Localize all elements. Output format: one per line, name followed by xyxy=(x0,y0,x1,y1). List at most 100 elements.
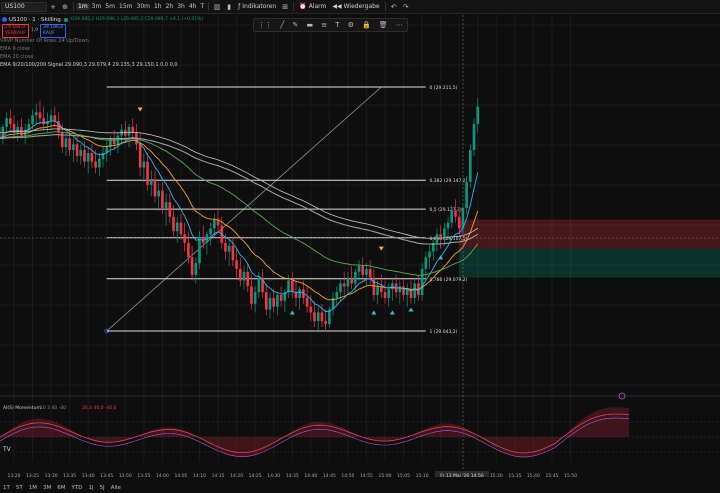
candle-body[interactable] xyxy=(250,286,253,304)
interval-15m[interactable]: 15m xyxy=(117,3,134,10)
reward-zone[interactable] xyxy=(459,248,720,278)
legend-ema-signal[interactable]: EMA 9/20/100/200 Signal 29.090,3 29.079,… xyxy=(0,61,260,69)
candle-body[interactable] xyxy=(112,138,116,145)
candle-body[interactable] xyxy=(53,115,57,122)
signal-marker-up[interactable] xyxy=(389,310,395,315)
candle-body[interactable] xyxy=(75,144,79,156)
candle-body[interactable] xyxy=(8,118,12,124)
interval-5m[interactable]: 5m xyxy=(103,3,117,10)
candle-body[interactable] xyxy=(383,292,387,298)
candle-body[interactable] xyxy=(320,312,324,322)
delete-icon[interactable]: 🗑 xyxy=(379,21,388,29)
range-6m[interactable]: 6M xyxy=(54,485,68,491)
candle-body[interactable] xyxy=(309,306,313,313)
line-color-icon[interactable]: ▬ xyxy=(306,21,313,29)
candle-body[interactable] xyxy=(194,263,198,275)
candle-body[interactable] xyxy=(161,190,164,209)
candle-body[interactable] xyxy=(38,112,42,119)
candle-body[interactable] xyxy=(183,234,186,243)
alarm-button[interactable]: ⏰ Alarm xyxy=(296,0,329,14)
more-icon[interactable]: ⋯ xyxy=(396,21,403,29)
candle-body[interactable] xyxy=(34,112,38,116)
candle-body[interactable] xyxy=(324,321,327,325)
interval-3m[interactable]: 3m xyxy=(90,3,104,10)
candle-body[interactable] xyxy=(242,271,246,281)
candle-body[interactable] xyxy=(439,234,442,240)
candle-body[interactable] xyxy=(391,283,394,290)
candle-body[interactable] xyxy=(149,179,153,185)
candle-body[interactable] xyxy=(313,312,316,322)
interval-T[interactable]: T xyxy=(198,3,206,10)
candle-body[interactable] xyxy=(354,271,357,284)
candle-body[interactable] xyxy=(305,297,309,307)
candle-body[interactable] xyxy=(454,210,457,217)
candle-body[interactable] xyxy=(86,152,90,162)
candle-body[interactable] xyxy=(224,242,227,252)
candle-body[interactable] xyxy=(472,123,476,151)
candle-body[interactable] xyxy=(405,289,409,296)
candle-body[interactable] xyxy=(179,222,183,235)
candle-body[interactable] xyxy=(239,268,242,281)
candle-body[interactable] xyxy=(376,286,379,296)
candle-body[interactable] xyxy=(428,251,431,258)
candle-body[interactable] xyxy=(79,150,83,156)
range-5j[interactable]: 5J xyxy=(97,485,108,491)
candle-body[interactable] xyxy=(49,115,53,122)
candle-body[interactable] xyxy=(142,161,146,168)
candle-body[interactable] xyxy=(298,289,301,298)
candle-body[interactable] xyxy=(446,222,450,229)
signal-marker-down[interactable] xyxy=(378,246,384,251)
interval-4h[interactable]: 4h xyxy=(187,3,199,10)
candle-body[interactable] xyxy=(172,216,175,232)
bar-style-icon[interactable]: ▥ xyxy=(211,1,223,13)
candle-body[interactable] xyxy=(350,277,353,284)
range-1t[interactable]: 1T xyxy=(0,485,13,491)
candle-body[interactable] xyxy=(31,115,34,124)
pen-icon[interactable]: ✎ xyxy=(292,21,298,29)
range-1m[interactable]: 1M xyxy=(26,485,40,491)
range-alle[interactable]: Alle xyxy=(108,485,124,491)
range-ytd[interactable]: YTD xyxy=(68,485,85,491)
candle-body[interactable] xyxy=(227,245,231,252)
candle-body[interactable] xyxy=(138,144,142,168)
candle-body[interactable] xyxy=(190,257,194,275)
candle-body[interactable] xyxy=(83,150,86,162)
candle-body[interactable] xyxy=(413,283,416,298)
candle-body[interactable] xyxy=(424,257,428,269)
redo-icon[interactable]: ↷ xyxy=(400,1,412,13)
candle-style-icon[interactable]: ▮ xyxy=(223,1,235,13)
candle-body[interactable] xyxy=(175,222,179,232)
replay-button[interactable]: ◀◀ Wiedergabe xyxy=(329,0,382,14)
interval-2h[interactable]: 2h xyxy=(164,3,176,10)
interval-30m[interactable]: 30m xyxy=(135,3,152,10)
interval-1m[interactable]: 1m xyxy=(76,3,90,10)
candle-body[interactable] xyxy=(157,190,160,197)
ema-200-line[interactable] xyxy=(0,134,479,245)
templates-icon[interactable]: ⊞ xyxy=(279,1,291,13)
settings-icon[interactable]: ⚙ xyxy=(348,21,354,29)
candles[interactable] xyxy=(0,97,480,332)
chart-pane[interactable]: 0 (29.211,5) 0,382 (29.147,2) 0,5 (29.127,… xyxy=(0,15,720,477)
undo-icon[interactable]: ↶ xyxy=(388,1,400,13)
candle-body[interactable] xyxy=(335,292,339,298)
range-1j[interactable]: 1J xyxy=(85,485,96,491)
candle-body[interactable] xyxy=(98,158,101,168)
candle-body[interactable] xyxy=(368,268,372,278)
ema-100-line[interactable] xyxy=(0,131,479,276)
candle-body[interactable] xyxy=(457,216,461,229)
candle-body[interactable] xyxy=(272,297,275,307)
candle-body[interactable] xyxy=(268,297,272,310)
candle-body[interactable] xyxy=(68,138,71,151)
candle-body[interactable] xyxy=(72,144,75,151)
candle-body[interactable] xyxy=(64,138,68,148)
line-width-icon[interactable]: ≡ xyxy=(321,21,327,29)
candle-body[interactable] xyxy=(253,292,257,304)
signal-marker-up[interactable] xyxy=(371,310,377,315)
trend-line-icon[interactable]: ╱ xyxy=(280,21,284,29)
symbol-search-input[interactable] xyxy=(1,1,47,12)
candle-body[interactable] xyxy=(276,295,279,307)
candle-body[interactable] xyxy=(339,283,342,293)
candle-body[interactable] xyxy=(357,266,361,272)
candle-body[interactable] xyxy=(90,152,94,162)
candle-body[interactable] xyxy=(316,312,320,322)
